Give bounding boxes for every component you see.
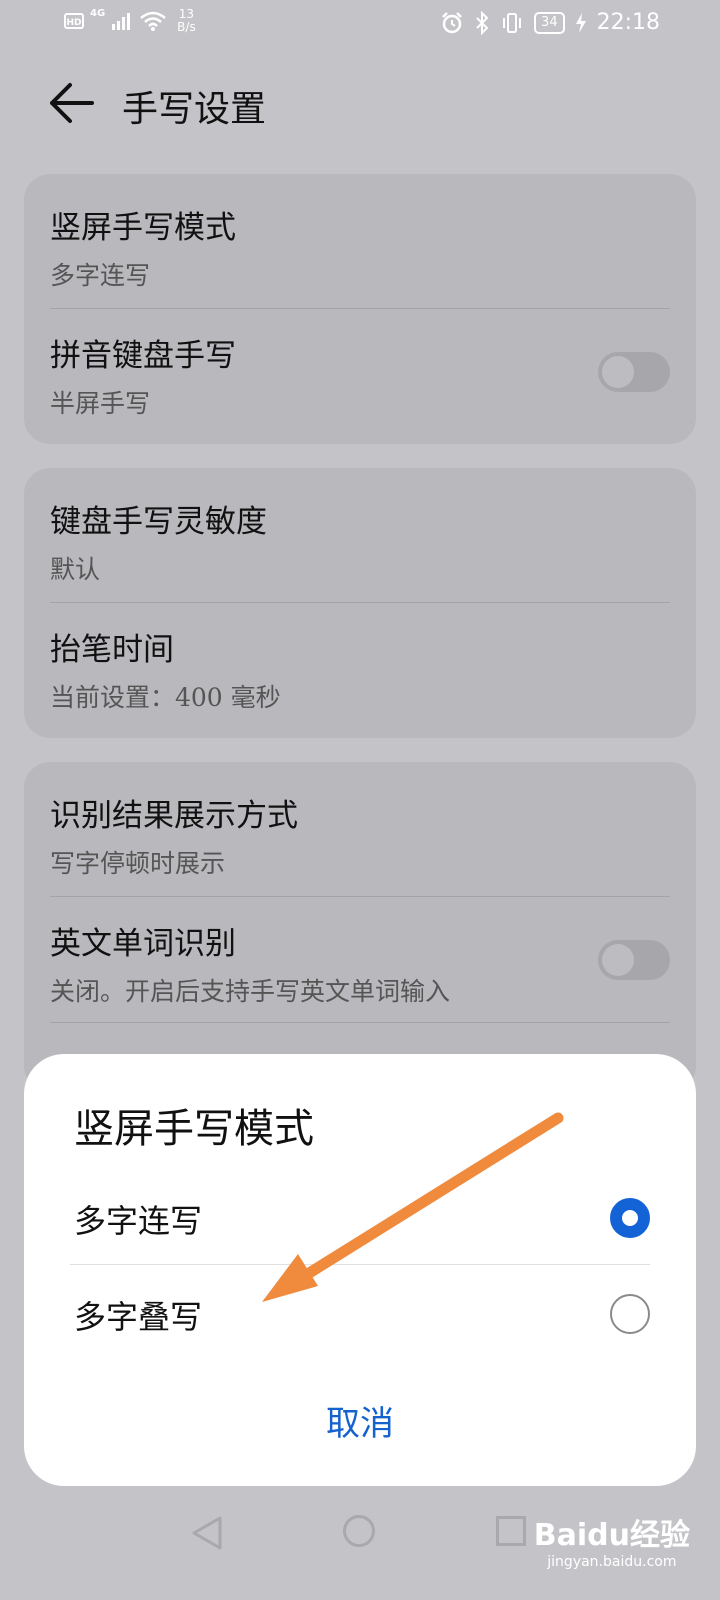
toggle-knob [602,944,634,976]
settings-card-1: 竖屏手写模式 多字连写 拼音键盘手写 半屏手写 [24,174,696,444]
alarm-icon [442,11,462,33]
pinyin-handwriting-toggle[interactable] [598,352,670,392]
setting-title: 键盘手写灵敏度 [50,504,267,540]
page-title: 手写设置 [122,89,267,130]
baidu-watermark: Baidu经验 jingyan.baidu.com [534,1510,690,1570]
status-bar: HD 4G 13 B/s 34 22:18 [0,0,720,50]
setting-portrait-handwriting-mode[interactable]: 竖屏手写模式 多字连写 [24,174,696,308]
setting-pinyin-keyboard-handwriting[interactable]: 拼音键盘手写 半屏手写 [24,308,696,444]
settings-card-3: 识别结果展示方式 写字停顿时展示 英文单词识别 关闭。开启后支持手写英文单词输入 [24,762,696,1092]
setting-english-word-recognition[interactable]: 英文单词识别 关闭。开启后支持手写英文单词输入 [24,896,696,1022]
app-bar: 手写设置 [0,62,720,144]
vibrate-icon [503,12,522,33]
hd-icon: HD [64,13,84,29]
option-label: 多字连写 [74,1202,203,1240]
setting-subtitle: 默认 [50,555,101,584]
setting-title: 英文单词识别 [50,926,236,962]
navigation-bar: Baidu经验 jingyan.baidu.com [0,1490,720,1600]
nav-recent-apps-icon[interactable] [496,1516,526,1546]
signal-icon [112,13,131,30]
dialog-title: 竖屏手写模式 [74,1106,314,1152]
setting-subtitle: 半屏手写 [50,389,151,418]
net-speed: 13 B/s [177,8,196,34]
charging-icon [575,12,586,33]
option-multi-char-continuous[interactable]: 多字连写 [70,1170,650,1265]
nav-home-icon[interactable] [343,1515,375,1547]
back-arrow-icon[interactable] [46,80,98,126]
english-recognition-toggle[interactable] [598,940,670,980]
setting-title: 拼音键盘手写 [50,338,236,374]
setting-keyboard-sensitivity[interactable]: 键盘手写灵敏度 默认 [24,468,696,602]
cancel-button[interactable]: 取消 [24,1396,696,1445]
setting-recognition-display[interactable]: 识别结果展示方式 写字停顿时展示 [24,762,696,896]
status-right: 34 22:18 [440,10,660,35]
watermark-brand: Baidu经验 [533,1518,690,1553]
setting-pen-lift-time[interactable]: 抬笔时间 当前设置：400 毫秒 [24,602,696,738]
setting-subtitle: 当前设置：400 毫秒 [50,683,281,712]
option-label: 多字叠写 [74,1298,203,1336]
option-multi-char-overlap[interactable]: 多字叠写 [70,1266,650,1361]
signal-label: 4G [90,8,106,19]
watermark-url: jingyan.baidu.com [547,1554,677,1570]
status-left: HD 4G 13 B/s [64,8,196,34]
radio-selected[interactable] [610,1198,650,1238]
clock: 22:18 [596,10,660,35]
bluetooth-icon [476,10,489,35]
setting-subtitle: 多字连写 [50,261,151,290]
divider [70,1264,650,1265]
nav-back-icon[interactable] [190,1514,224,1552]
battery-indicator: 34 [534,11,565,34]
wifi-icon [140,11,166,31]
setting-subtitle: 写字停顿时展示 [50,849,226,878]
setting-title: 抬笔时间 [50,632,174,668]
net-speed-unit: B/s [177,20,196,34]
handwriting-mode-dialog: 竖屏手写模式 多字连写 多字叠写 取消 [24,1054,696,1486]
divider [50,1022,670,1023]
radio-unselected[interactable] [610,1294,650,1334]
settings-card-2: 键盘手写灵敏度 默认 抬笔时间 当前设置：400 毫秒 [24,468,696,738]
setting-title: 识别结果展示方式 [50,798,298,834]
toggle-knob [602,356,634,388]
setting-subtitle: 关闭。开启后支持手写英文单词输入 [50,977,451,1006]
setting-title: 竖屏手写模式 [50,210,236,246]
